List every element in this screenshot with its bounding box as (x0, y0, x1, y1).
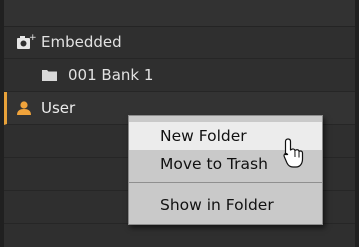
tree-item-001-bank-1[interactable]: 001 Bank 1 (4, 59, 355, 92)
svg-text:+: + (29, 33, 36, 43)
menu-item-label: Show in Folder (160, 196, 274, 214)
camera-plus-icon: + (14, 33, 38, 51)
menu-item-show-in-folder[interactable]: Show in Folder (129, 191, 322, 219)
empty-row (4, 224, 355, 247)
menu-item-label: Move to Trash (160, 155, 268, 173)
tree-item-embedded[interactable]: + Embedded (4, 26, 355, 59)
user-icon (15, 100, 33, 116)
tree-item-label: 001 Bank 1 (68, 66, 154, 84)
folder-icon (40, 69, 58, 81)
library-panel: + Embedded 001 Bank 1 User New Folder Mo… (0, 0, 359, 247)
menu-separator (129, 182, 322, 183)
header-strip (4, 0, 355, 27)
menu-item-label: New Folder (160, 127, 247, 145)
tree-item-label: Embedded (41, 33, 122, 51)
tree-item-label: User (41, 99, 76, 117)
hand-cursor-icon (283, 138, 304, 168)
